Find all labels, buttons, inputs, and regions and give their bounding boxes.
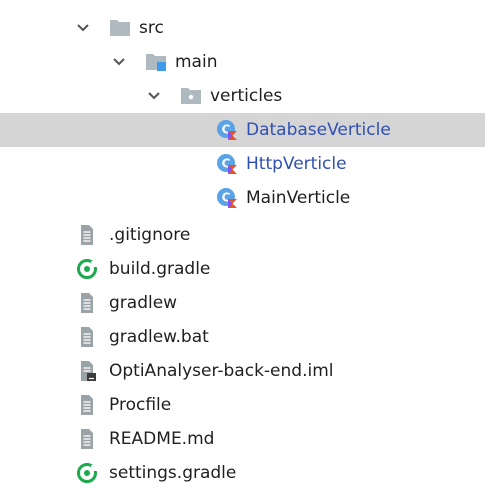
tree-node-label: .gitignore [109,225,191,245]
kotlin-class-icon: C [217,120,237,140]
package-folder-icon [181,88,201,104]
tree-node-label: README.md [109,429,215,449]
tree-node-label: verticles [210,86,283,106]
chevron-down-icon[interactable] [112,57,126,67]
project-tree: src main verticles C DatabaseVerticle C … [0,0,485,485]
gradle-icon [77,259,98,279]
text-file-icon [81,327,93,347]
tree-node-gitignore[interactable]: .gitignore [0,218,485,252]
tree-node-label: MainVerticle [246,188,351,208]
tree-node-label: build.gradle [109,259,211,279]
tree-node-label: DatabaseVerticle [246,120,391,140]
chevron-down-icon[interactable] [76,23,90,33]
tree-node-label: src [139,18,164,38]
chevron-down-icon[interactable] [147,91,161,101]
tree-node-label: Procfile [109,395,172,415]
tree-node-mainverticle[interactable]: C MainVerticle [0,181,485,215]
tree-node-iml[interactable]: OptiAnalyser-back-end.iml [0,354,485,388]
tree-node-label: gradlew.bat [109,327,209,347]
tree-node-label: settings.gradle [109,463,237,483]
text-file-icon [81,395,93,415]
module-file-icon [81,361,96,381]
tree-node-databaseverticle[interactable]: C DatabaseVerticle [0,113,485,147]
source-folder-icon [146,54,166,71]
tree-node-label: HttpVerticle [246,154,347,174]
text-file-icon [81,293,93,313]
gradle-icon [77,463,98,483]
tree-node-httpverticle[interactable]: C HttpVerticle [0,147,485,181]
tree-node-gradlew-bat[interactable]: gradlew.bat [0,320,485,354]
folder-icon [110,20,130,36]
text-file-icon [81,429,93,449]
tree-node-main[interactable]: main [0,45,485,79]
tree-node-src[interactable]: src [0,11,485,45]
tree-node-build-gradle[interactable]: build.gradle [0,252,485,286]
tree-node-label: main [175,52,218,72]
kotlin-class-icon: C [217,154,237,174]
tree-node-readme[interactable]: README.md [0,422,485,456]
kotlin-class-icon: C [217,188,237,208]
tree-node-label: gradlew [109,293,178,313]
tree-node-verticles[interactable]: verticles [0,79,485,113]
tree-node-gradlew[interactable]: gradlew [0,286,485,320]
tree-node-label: OptiAnalyser-back-end.iml [109,361,334,381]
tree-node-procfile[interactable]: Procfile [0,388,485,422]
text-file-icon [81,225,93,245]
